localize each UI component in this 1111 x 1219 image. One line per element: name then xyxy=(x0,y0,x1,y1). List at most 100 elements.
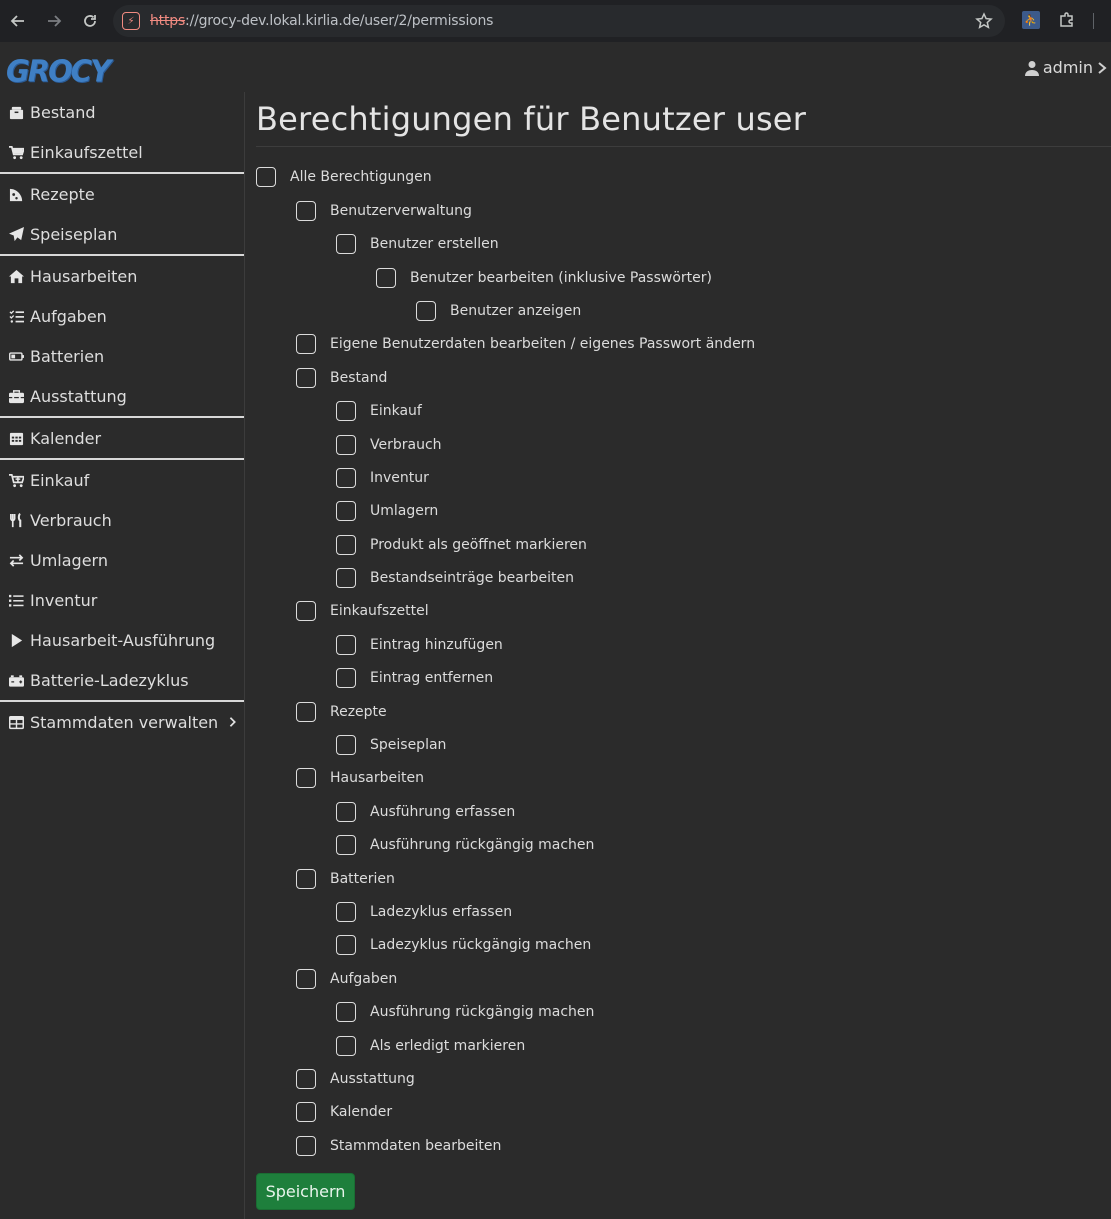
permission-row[interactable]: Kalender xyxy=(296,1101,392,1123)
permission-row[interactable]: Als erledigt markieren xyxy=(336,1035,525,1057)
permission-checkbox[interactable] xyxy=(336,635,356,655)
back-icon[interactable] xyxy=(0,3,36,39)
permission-checkbox[interactable] xyxy=(416,301,436,321)
chevron-right-icon xyxy=(1098,61,1107,74)
permission-row[interactable]: Umlagern xyxy=(336,500,438,522)
sidebar-item-einkauf[interactable]: Einkauf xyxy=(0,460,244,500)
forward-icon[interactable] xyxy=(36,3,72,39)
permission-checkbox[interactable] xyxy=(336,735,356,755)
permission-checkbox[interactable] xyxy=(336,902,356,922)
sidebar-item-label: Stammdaten verwalten xyxy=(30,712,219,732)
permission-checkbox[interactable] xyxy=(256,167,276,187)
permission-row[interactable]: Einkauf xyxy=(336,400,422,422)
permission-checkbox[interactable] xyxy=(296,334,316,354)
permission-checkbox[interactable] xyxy=(336,401,356,421)
bookmark-star-icon[interactable] xyxy=(975,12,993,30)
permission-checkbox[interactable] xyxy=(336,535,356,555)
permission-row[interactable]: Alle Berechtigungen xyxy=(256,166,432,188)
permission-checkbox[interactable] xyxy=(336,234,356,254)
save-button[interactable]: Speichern xyxy=(256,1173,355,1210)
permission-checkbox[interactable] xyxy=(336,1036,356,1056)
reload-icon[interactable] xyxy=(72,3,108,39)
permission-row[interactable]: Eintrag entfernen xyxy=(336,667,493,689)
permission-checkbox[interactable] xyxy=(336,501,356,521)
permission-row[interactable]: Bestandseinträge bearbeiten xyxy=(336,567,574,589)
permission-checkbox[interactable] xyxy=(336,1002,356,1022)
permission-checkbox[interactable] xyxy=(296,1102,316,1122)
browser-toolbar: ⚡ https://grocy-dev.lokal.kirlia.de/user… xyxy=(0,0,1111,42)
sidebar-item-hausarbeiten[interactable]: Hausarbeiten xyxy=(0,256,244,296)
exchange-icon xyxy=(8,552,24,568)
address-bar[interactable]: ⚡ https://grocy-dev.lokal.kirlia.de/user… xyxy=(113,5,1005,37)
permission-checkbox[interactable] xyxy=(336,468,356,488)
permission-checkbox[interactable] xyxy=(336,668,356,688)
permission-checkbox[interactable] xyxy=(336,835,356,855)
puzzle-icon[interactable] xyxy=(1058,11,1076,29)
permission-checkbox[interactable] xyxy=(296,869,316,889)
permission-checkbox[interactable] xyxy=(336,935,356,955)
sidebar-item-rezepte[interactable]: Rezepte xyxy=(0,174,244,214)
permission-checkbox[interactable] xyxy=(296,702,316,722)
permission-row[interactable]: Benutzer erstellen xyxy=(336,233,499,255)
permission-checkbox[interactable] xyxy=(376,268,396,288)
permission-checkbox[interactable] xyxy=(296,201,316,221)
permission-row[interactable]: Bestand xyxy=(296,367,387,389)
not-secure-icon[interactable]: ⚡ xyxy=(122,12,140,30)
sidebar-item-speiseplan[interactable]: Speiseplan xyxy=(0,214,244,254)
permission-row[interactable]: Ausführung rückgängig machen xyxy=(336,1001,594,1023)
sidebar-item-inventur[interactable]: Inventur xyxy=(0,580,244,620)
sidebar-item-stammdaten[interactable]: Stammdaten verwalten xyxy=(0,702,244,742)
sidebar-item-label: Inventur xyxy=(30,590,98,610)
sidebar-item-bestand[interactable]: Bestand xyxy=(0,92,244,132)
permission-row[interactable]: Inventur xyxy=(336,467,429,489)
permission-checkbox[interactable] xyxy=(336,435,356,455)
sidebar-item-verbrauch[interactable]: Verbrauch xyxy=(0,500,244,540)
sidebar-item-batterie-ladezyklus[interactable]: Batterie-Ladezyklus xyxy=(0,660,244,700)
sidebar-item-umlagern[interactable]: Umlagern xyxy=(0,540,244,580)
permission-row[interactable]: Aufgaben xyxy=(296,968,397,990)
permission-row[interactable]: Verbrauch xyxy=(336,434,442,456)
battery-icon xyxy=(8,348,24,364)
permission-row[interactable]: Speiseplan xyxy=(336,734,446,756)
permission-row[interactable]: Ladezyklus rückgängig machen xyxy=(336,934,591,956)
permission-row[interactable]: Hausarbeiten xyxy=(296,767,424,789)
permission-row[interactable]: Benutzer anzeigen xyxy=(416,300,581,322)
permission-label: Eintrag entfernen xyxy=(370,670,494,686)
grocy-logo[interactable]: GROCY xyxy=(6,53,111,89)
permission-checkbox[interactable] xyxy=(296,768,316,788)
permission-label: Verbrauch xyxy=(370,437,442,453)
permission-row[interactable]: Benutzer bearbeiten (inklusive Passwörte… xyxy=(376,267,712,289)
permission-row[interactable]: Ausstattung xyxy=(296,1068,415,1090)
permission-label: Einkaufszettel xyxy=(330,603,429,619)
permission-checkbox[interactable] xyxy=(336,568,356,588)
main-content: Berechtigungen für Benutzer user Alle Be… xyxy=(256,92,1111,1210)
sidebar-item-aufgaben[interactable]: Aufgaben xyxy=(0,296,244,336)
user-menu[interactable]: admin xyxy=(1024,58,1111,77)
permission-row[interactable]: Ausführung erfassen xyxy=(336,801,515,823)
permission-row[interactable]: Ladezyklus erfassen xyxy=(336,901,512,923)
sidebar-item-einkaufszettel[interactable]: Einkaufszettel xyxy=(0,132,244,172)
permission-row[interactable]: Benutzerverwaltung xyxy=(296,200,472,222)
permission-row[interactable]: Eigene Benutzerdaten bearbeiten / eigene… xyxy=(296,333,755,355)
url-text[interactable]: https://grocy-dev.lokal.kirlia.de/user/2… xyxy=(150,13,493,29)
permission-checkbox[interactable] xyxy=(296,601,316,621)
sidebar-item-hausarbeit-ausfuehrung[interactable]: Hausarbeit-Ausführung xyxy=(0,620,244,660)
sidebar-item-kalender[interactable]: Kalender xyxy=(0,418,244,458)
extension-icon[interactable]: ⛹ xyxy=(1022,11,1040,29)
permission-row[interactable]: Ausführung rückgängig machen xyxy=(336,834,594,856)
permission-checkbox[interactable] xyxy=(296,969,316,989)
sidebar-item-ausstattung[interactable]: Ausstattung xyxy=(0,376,244,416)
permission-checkbox[interactable] xyxy=(296,1136,316,1156)
sidebar-item-label: Einkaufszettel xyxy=(30,142,143,162)
permission-row[interactable]: Rezepte xyxy=(296,701,387,723)
permission-checkbox[interactable] xyxy=(296,368,316,388)
calendar-icon xyxy=(8,430,24,446)
permission-row[interactable]: Einkaufszettel xyxy=(296,600,429,622)
permission-row[interactable]: Eintrag hinzufügen xyxy=(336,634,503,656)
permission-checkbox[interactable] xyxy=(336,802,356,822)
permission-row[interactable]: Produkt als geöffnet markieren xyxy=(336,534,587,556)
permission-checkbox[interactable] xyxy=(296,1069,316,1089)
sidebar-item-batterien[interactable]: Batterien xyxy=(0,336,244,376)
permission-row[interactable]: Stammdaten bearbeiten xyxy=(296,1135,501,1157)
permission-row[interactable]: Batterien xyxy=(296,868,395,890)
